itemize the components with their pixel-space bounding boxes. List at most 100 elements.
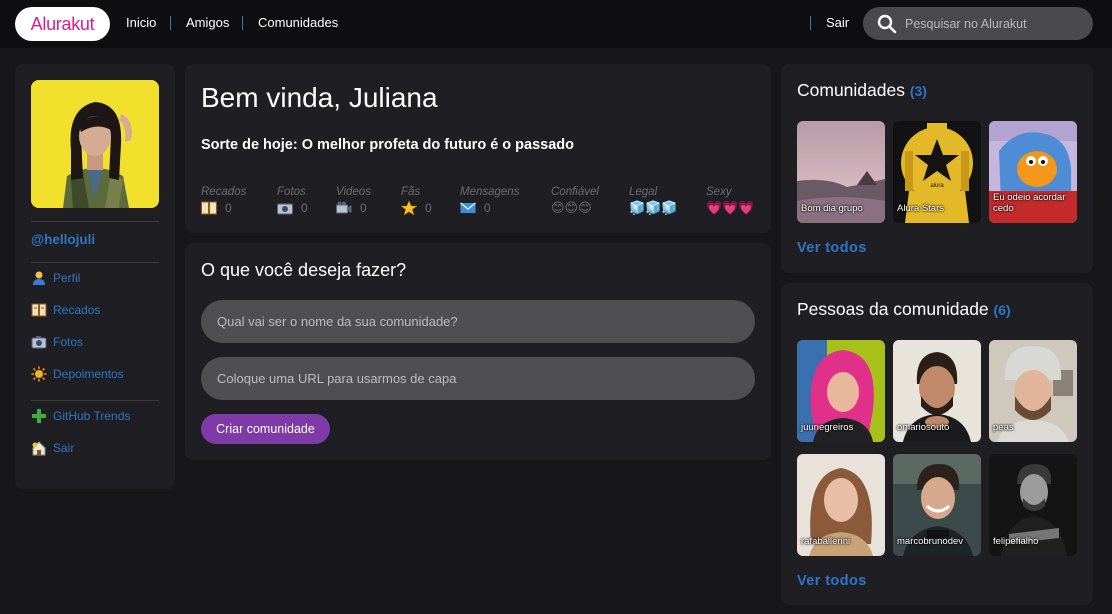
- nav-comunidades[interactable]: Comunidades: [258, 15, 338, 30]
- person-tile-rafaballerini[interactable]: rafaballerini: [797, 454, 885, 556]
- search-icon[interactable]: [877, 14, 897, 34]
- community-tile-bom-dia-grupo[interactable]: Bom dia grupo: [797, 121, 885, 223]
- profile-username[interactable]: @hellojuli: [31, 232, 95, 247]
- community-name: Eu odeio acordar cedo: [993, 192, 1066, 214]
- community-tile-eu-odeio-acordar-cedo[interactable]: Eu odeio acordar cedo: [989, 121, 1077, 223]
- person-name: rafaballerini: [801, 536, 851, 547]
- sidebar-item-label: Sair: [53, 441, 75, 455]
- search-box: [863, 7, 1093, 40]
- ice-cube-icon: 🧊🧊🧊: [629, 200, 678, 215]
- camera-icon: [277, 203, 293, 215]
- stat-legal: Legal 🧊🧊🧊: [629, 186, 678, 216]
- plus-icon: [32, 409, 46, 423]
- book-icon: [201, 201, 217, 215]
- envelope-icon: [460, 202, 476, 213]
- stat-value: 0: [225, 201, 232, 215]
- person-name: peas: [993, 422, 1014, 433]
- sidebar-item-sair[interactable]: Sair: [31, 439, 74, 457]
- stat-label: Fotos: [277, 186, 306, 198]
- logout-link[interactable]: Sair: [826, 15, 849, 30]
- stat-confiavel: Confiável 😊😊😊: [551, 186, 599, 216]
- communities-box: Comunidades (3) Bom dia grupo alura Alur…: [781, 64, 1093, 273]
- stat-fas: Fãs 0: [401, 186, 432, 216]
- community-people-box: Pessoas da comunidade (6) juunegreiros o…: [781, 283, 1093, 605]
- divider: [31, 262, 159, 263]
- sidebar-item-label: Depoimentos: [53, 367, 124, 381]
- communities-title-label: Comunidades: [797, 80, 905, 100]
- sidebar-item-label: Perfil: [53, 271, 81, 285]
- divider: [31, 400, 159, 401]
- stat-label: Videos: [336, 186, 371, 198]
- smiley-icon: 😊😊😊: [551, 200, 592, 215]
- sidebar-item-fotos[interactable]: Fotos: [31, 333, 83, 351]
- sidebar-item-depoimentos[interactable]: Depoimentos: [31, 365, 124, 383]
- stat-label: Mensagens: [460, 186, 520, 198]
- nav-inicio[interactable]: Inicio: [126, 15, 156, 30]
- communities-count: (3): [909, 83, 927, 99]
- stat-value: 0: [301, 201, 308, 215]
- stat-label: Legal: [629, 186, 658, 198]
- people-see-all-link[interactable]: Ver todos: [797, 573, 867, 589]
- stat-videos: Videos 0: [336, 186, 371, 216]
- sidebar-item-perfil[interactable]: Perfil: [31, 269, 80, 287]
- heart-icon: 💗💗💗: [706, 200, 755, 215]
- person-tile-felipefialho[interactable]: felipefialho: [989, 454, 1077, 556]
- sidebar-item-recados[interactable]: Recados: [31, 301, 100, 319]
- person-name: omariosouto: [897, 422, 950, 433]
- nav-separator: [170, 16, 171, 30]
- person-tile-peas[interactable]: peas: [989, 340, 1077, 442]
- stat-sexy: Sexy 💗💗💗: [706, 186, 755, 216]
- search-input[interactable]: [905, 7, 1085, 40]
- person-name: felipefialho: [993, 536, 1039, 547]
- sidebar-item-label: Recados: [53, 303, 101, 317]
- svg-text:alura: alura: [930, 183, 944, 189]
- person-tile-marcobrunodev[interactable]: marcobrunodev: [893, 454, 981, 556]
- sidebar-item-github-trends[interactable]: GitHub Trends: [31, 407, 130, 425]
- community-name: Bom dia grupo: [801, 203, 863, 214]
- stat-value: 0: [484, 201, 491, 215]
- community-name-input[interactable]: [201, 300, 755, 343]
- nav-separator: [242, 16, 243, 30]
- welcome-panel: Bem vinda, Juliana Sorte de hoje: O melh…: [185, 64, 771, 233]
- person-tile-juunegreiros[interactable]: juunegreiros: [797, 340, 885, 442]
- person-name: marcobrunodev: [897, 536, 964, 547]
- stat-label: Recados: [201, 186, 247, 198]
- stat-label: Fãs: [401, 186, 421, 198]
- fortune-text: Sorte de hoje: O melhor profeta do futur…: [201, 137, 575, 153]
- stat-label: Sexy: [706, 186, 732, 198]
- camera-icon: [31, 336, 47, 349]
- logout-icon: [32, 441, 46, 456]
- nav-amigos[interactable]: Amigos: [186, 15, 229, 30]
- person-tile-omariosouto[interactable]: omariosouto: [893, 340, 981, 442]
- people-title: Pessoas da comunidade (6): [797, 299, 1011, 320]
- create-community-panel: O que você deseja fazer? Criar comunidad…: [185, 243, 771, 460]
- communities-see-all-link[interactable]: Ver todos: [797, 240, 867, 256]
- divider: [31, 221, 159, 222]
- stat-value: 0: [425, 201, 432, 215]
- stat-recados: Recados 0: [201, 186, 246, 216]
- people-title-label: Pessoas da comunidade: [797, 299, 989, 319]
- avatar[interactable]: [31, 80, 159, 208]
- person-name: juunegreiros: [801, 422, 854, 433]
- avatar-photo: [31, 80, 159, 208]
- stat-value: 0: [360, 201, 367, 215]
- create-community-title: O que você deseja fazer?: [201, 260, 407, 280]
- community-name: Alura Stars: [897, 203, 944, 214]
- book-icon: [31, 303, 47, 317]
- top-bar: Alurakut Inicio Amigos Comunidades Sair: [0, 0, 1112, 48]
- sun-icon: [31, 366, 47, 382]
- communities-title: Comunidades (3): [797, 80, 927, 101]
- page-title: Bem vinda, Juliana: [201, 82, 438, 113]
- sidebar-item-label: Fotos: [53, 335, 84, 349]
- nav-separator: [810, 16, 811, 30]
- create-community-button[interactable]: Criar comunidade: [201, 414, 330, 444]
- stat-label: Confiável: [551, 186, 599, 198]
- stat-fotos: Fotos 0: [277, 186, 308, 216]
- user-icon: [33, 271, 45, 285]
- alurakut-logo[interactable]: Alurakut: [15, 7, 110, 41]
- star-icon: [401, 201, 417, 215]
- profile-sidebar: @hellojuli Perfil Recados Fotos Depoimen…: [15, 64, 175, 489]
- community-tile-alura-stars[interactable]: alura Alura Stars: [893, 121, 981, 223]
- community-cover-url-input[interactable]: [201, 357, 755, 400]
- video-camera-icon: [336, 201, 352, 214]
